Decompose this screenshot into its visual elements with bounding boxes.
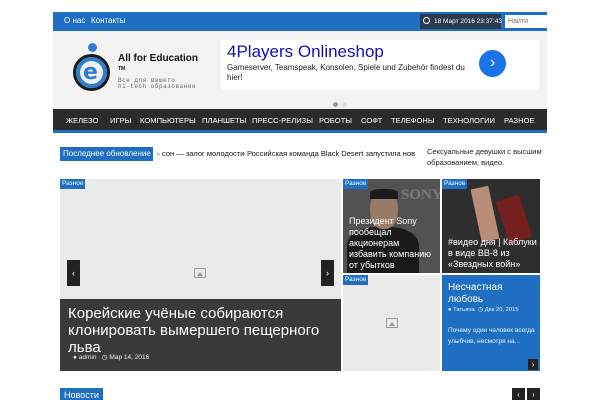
card-title[interactable]: #видео дня | Каблуки в виде BB-8 из «Зве… [448, 237, 538, 270]
nav-item-hardware[interactable]: Железо [66, 116, 98, 125]
news-prev-button[interactable]: ‹ [512, 388, 525, 400]
main-nav: Железо Игры Компьютеры Планшеты Пресс-ре… [53, 109, 547, 133]
card-author[interactable]: Татьяна [453, 307, 475, 313]
category-badge[interactable]: Разное [60, 179, 86, 189]
link-about[interactable]: О нас [64, 16, 85, 25]
post-card-love[interactable]: Несчастная любовь ● Татьяна ◷ Дек 20, 20… [442, 275, 540, 371]
logo-disc: e [73, 54, 110, 91]
nav-item-misc[interactable]: Разное [504, 116, 535, 125]
featured-date: Мар 14, 2016 [109, 354, 150, 361]
nav-item-phones[interactable]: Телефоны [391, 116, 435, 125]
logo-letter: e [83, 60, 98, 85]
ticker-separator-icon: » [156, 149, 161, 158]
nav-item-computers[interactable]: Компьютеры [140, 116, 196, 125]
sony-logo-bg: SONY [401, 187, 440, 203]
featured-post[interactable]: Разное ‹ › Корейские учёные собираются к… [60, 179, 341, 371]
pagination-dot[interactable] [342, 102, 347, 107]
featured-title[interactable]: Корейские учёные собираются клонировать … [68, 305, 333, 356]
news-section-header: Новости ‹ › [60, 388, 540, 400]
logo-name: All for Education TM [118, 53, 198, 75]
ticker-item[interactable]: Российская команда Black Desert запустил… [247, 149, 415, 158]
post-card-sony[interactable]: SONY Разное Президент Sony пообещал акци… [343, 179, 440, 273]
slider-prev-button[interactable]: ‹ [67, 260, 80, 286]
logo-tagline: Все для вашего hi-tech образования [118, 78, 196, 90]
nav-item-robots[interactable]: Роботы [319, 116, 352, 125]
ticker-item[interactable]: сон — залог молодости [162, 149, 244, 158]
post-card-heels[interactable]: Разное #видео дня | Каблуки в виде BB-8 … [442, 179, 540, 273]
image-placeholder-icon [194, 268, 206, 278]
ad-arrow-button[interactable]: › [479, 50, 506, 77]
featured-author[interactable]: admin [79, 354, 97, 361]
photo-leg [470, 185, 500, 243]
user-icon: ● [73, 354, 77, 361]
pagination-dot-active[interactable] [333, 102, 338, 107]
ticker-separator-icon: » [241, 149, 246, 158]
ad-banner[interactable]: 4Players Onlineshop Gameserver, Teamspea… [221, 40, 539, 90]
clock-icon: ◷ [101, 354, 108, 361]
logo-tm: TM [118, 66, 126, 72]
slider-next-button[interactable]: › [321, 260, 334, 286]
card-more-button[interactable]: › [528, 359, 538, 370]
category-badge[interactable]: Разное [442, 179, 468, 189]
card-date: Дек 20, 2015 [484, 307, 519, 313]
card-meta: ● Татьяна ◷ Дек 20, 2015 [448, 307, 519, 313]
card-title[interactable]: Несчастная любовь [448, 282, 540, 306]
user-icon: ● [448, 307, 452, 313]
category-badge[interactable]: Разное [343, 275, 369, 285]
nav-item-press[interactable]: Пресс-релизы [252, 116, 313, 125]
news-next-button[interactable]: › [527, 388, 540, 400]
clock-icon [423, 17, 430, 24]
date-time-text: 18 Март 2016 23:37:43 [434, 18, 502, 25]
date-time: 18 Март 2016 23:37:43 [420, 14, 502, 29]
ad-title[interactable]: 4Players Onlineshop [227, 42, 384, 62]
site-logo[interactable]: e All for Education TM Все для вашего hi-… [73, 41, 228, 101]
card-excerpt: Почему один человек всегда улыбчив, несм… [448, 327, 535, 345]
post-card-blank[interactable]: Разное [343, 275, 440, 371]
featured-meta: ● admin ◷ Мар 14, 2016 [73, 353, 149, 361]
image-placeholder-icon [386, 318, 398, 328]
header: e All for Education TM Все для вашего hi-… [53, 31, 547, 109]
news-label: Новости [60, 388, 103, 400]
card-title[interactable]: Президент Sony пообещал акционерам избав… [349, 216, 437, 271]
person-hair [370, 189, 398, 199]
ad-text: Gameserver, Teamspeak, Konsolen, Spiele … [227, 63, 465, 82]
link-contacts[interactable]: Контакты [91, 16, 126, 25]
latest-label: Последнее обновление [60, 147, 153, 161]
promo-link[interactable]: Сексуальные девушки с высшим образование… [427, 146, 542, 168]
nav-item-tech[interactable]: Технологии [443, 116, 495, 125]
clock-icon: ◷ [478, 307, 484, 313]
search-input[interactable] [505, 15, 592, 28]
nav-item-tablets[interactable]: Планшеты [202, 116, 246, 125]
logo-name-text: All for Education [118, 53, 198, 64]
logo-tagline-2: hi-tech образования [118, 83, 196, 90]
top-bar: О нас Контакты 18 Март 2016 23:37:43 [53, 12, 592, 31]
logo-antenna [88, 43, 97, 52]
nav-item-games[interactable]: Игры [110, 116, 131, 125]
latest-ticker: Последнее обновление » сон — залог молод… [60, 147, 415, 161]
featured-caption: Корейские учёные собираются клонировать … [60, 299, 341, 371]
category-badge[interactable]: Разное [343, 179, 369, 189]
nav-item-software[interactable]: Софт [361, 116, 382, 125]
